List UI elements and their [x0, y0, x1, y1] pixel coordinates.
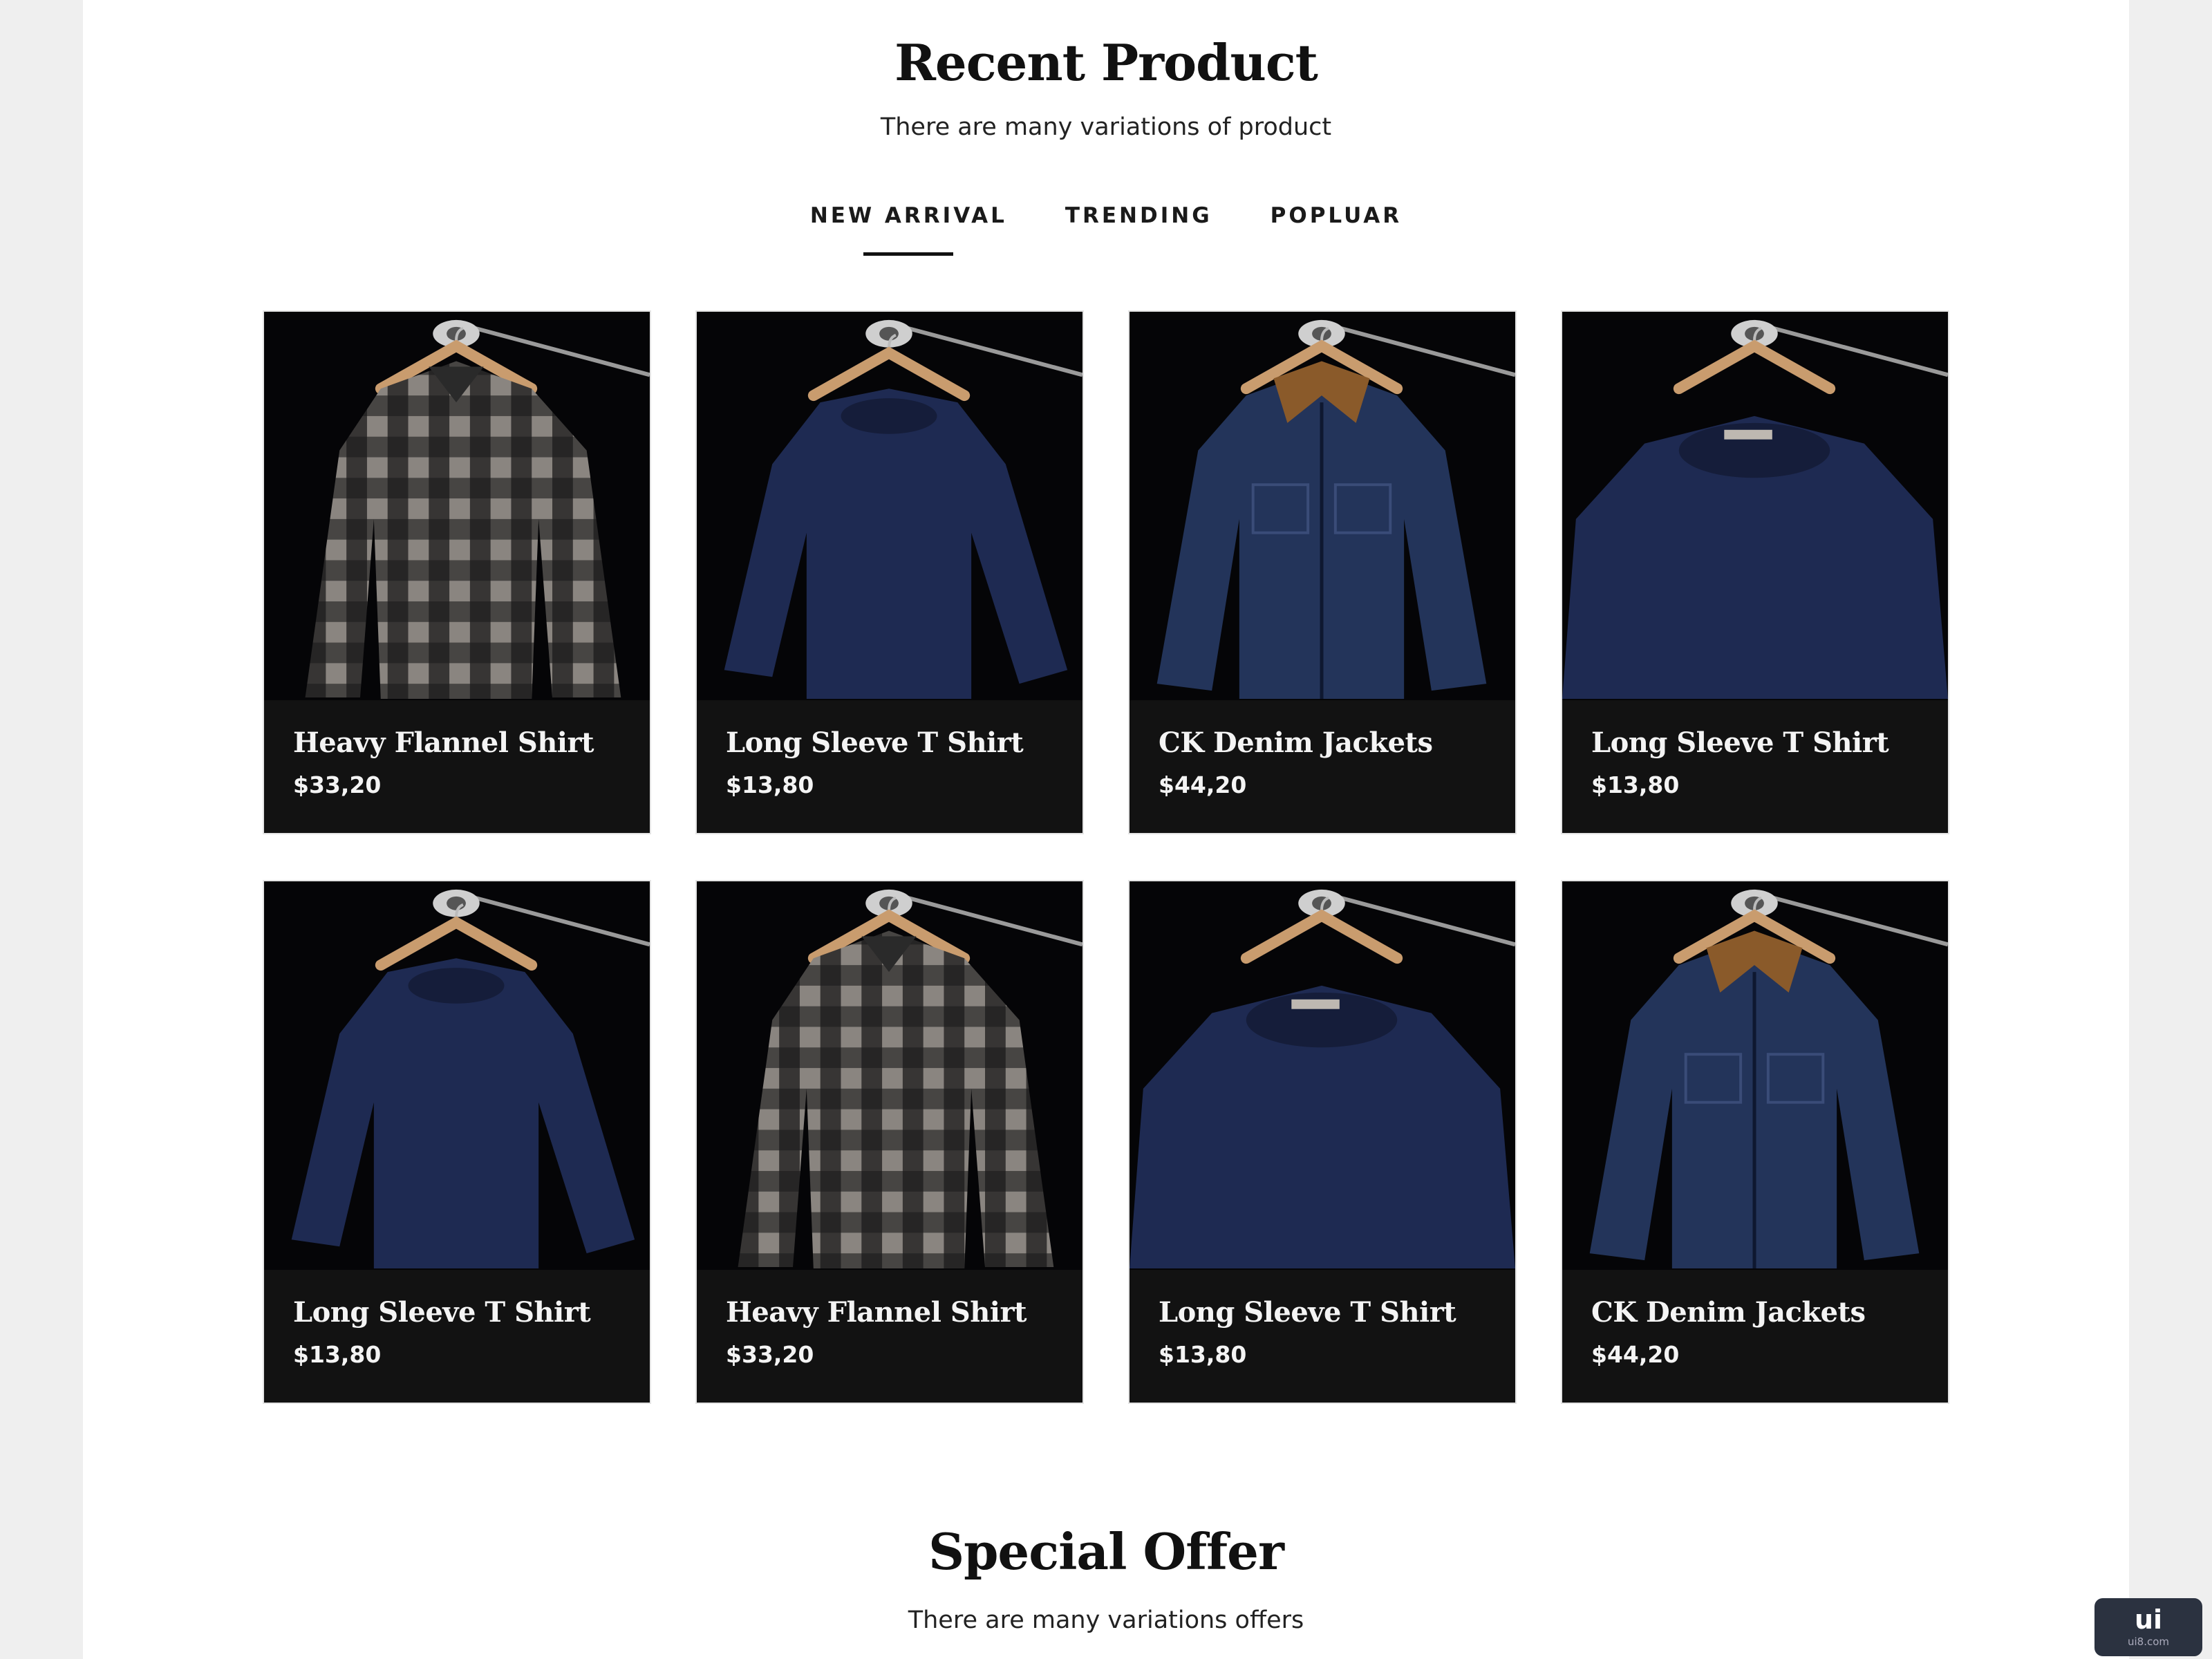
product-name: Long Sleeve T Shirt	[1159, 1296, 1456, 1329]
product-price: $33,20	[293, 771, 382, 798]
product-grid: Heavy Flannel Shirt $33,20 Long Sleeve T…	[263, 310, 1949, 1404]
product-image	[1562, 312, 1948, 700]
product-name: Long Sleeve T Shirt	[293, 1296, 591, 1329]
product-card[interactable]: Long Sleeve T Shirt $13,80	[1128, 880, 1517, 1404]
product-image	[264, 312, 650, 700]
recent-product-title: Recent Product	[894, 33, 1318, 92]
product-image	[1130, 312, 1515, 700]
product-image	[697, 881, 1082, 1270]
product-card[interactable]: Long Sleeve T Shirt $13,80	[263, 880, 651, 1404]
ui8-watermark-badge: ui ui8.com	[2094, 1598, 2202, 1656]
product-price: $13,80	[1159, 1341, 1247, 1368]
product-price: $44,20	[1591, 1341, 1680, 1368]
tab-popular[interactable]: POPLUAR	[1271, 203, 1403, 256]
product-card[interactable]: Heavy Flannel Shirt $33,20	[695, 880, 1084, 1404]
tab-trending[interactable]: TRENDING	[1065, 203, 1212, 256]
product-price: $44,20	[1159, 771, 1247, 798]
watermark-url: ui8.com	[2127, 1635, 2170, 1648]
product-name: Long Sleeve T Shirt	[726, 727, 1024, 759]
watermark-logo: ui	[2134, 1604, 2163, 1635]
product-price: $13,80	[726, 771, 814, 798]
product-price: $13,80	[1591, 771, 1680, 798]
product-image	[1130, 881, 1515, 1270]
product-card[interactable]: CK Denim Jackets $44,20	[1561, 880, 1949, 1404]
product-card[interactable]: Heavy Flannel Shirt $33,20	[263, 310, 651, 834]
product-card[interactable]: Long Sleeve T Shirt $13,80	[1561, 310, 1949, 834]
special-offer-subtitle: There are many variations offers	[908, 1606, 1304, 1634]
product-name: Heavy Flannel Shirt	[726, 1296, 1027, 1329]
product-name: Long Sleeve T Shirt	[1591, 727, 1889, 759]
product-image	[697, 312, 1082, 700]
special-offer-title: Special Offer	[928, 1522, 1284, 1581]
product-name: CK Denim Jackets	[1591, 1296, 1866, 1329]
product-image	[264, 881, 650, 1270]
recent-product-subtitle: There are many variations of product	[880, 113, 1332, 141]
page: Recent Product There are many variations…	[83, 0, 2129, 1659]
product-image	[1562, 881, 1948, 1270]
product-price: $33,20	[726, 1341, 814, 1368]
product-name: CK Denim Jackets	[1159, 727, 1433, 759]
tab-new-arrival[interactable]: NEW ARRIVAL	[810, 203, 1007, 256]
product-card[interactable]: Long Sleeve T Shirt $13,80	[695, 310, 1084, 834]
product-tabs: NEW ARRIVAL TRENDING POPLUAR	[83, 203, 2129, 256]
product-price: $13,80	[293, 1341, 382, 1368]
product-name: Heavy Flannel Shirt	[293, 727, 594, 759]
product-card[interactable]: CK Denim Jackets $44,20	[1128, 310, 1517, 834]
